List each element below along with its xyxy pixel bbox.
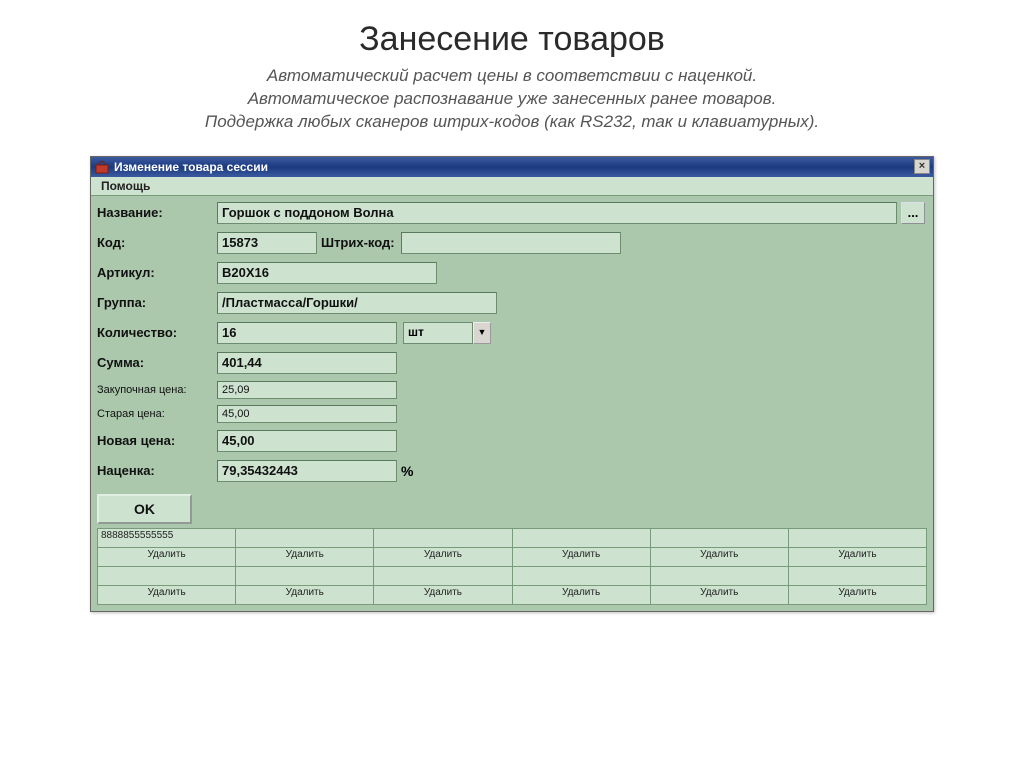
grid-cell[interactable] xyxy=(374,567,512,585)
grid-cell[interactable] xyxy=(374,529,512,547)
barcode-input[interactable] xyxy=(401,232,621,254)
dialog-window: Изменение товара сессии × Помощь Названи… xyxy=(90,156,934,612)
delete-button[interactable]: Удалить xyxy=(236,586,374,604)
markup-unit: % xyxy=(401,463,413,479)
grid-cell[interactable] xyxy=(651,529,789,547)
group-label: Группа: xyxy=(97,295,217,310)
oldprice-label: Старая цена: xyxy=(97,408,217,420)
qty-label: Количество: xyxy=(97,325,217,340)
menu-help[interactable]: Помощь xyxy=(95,177,156,195)
delete-button[interactable]: Удалить xyxy=(97,548,236,566)
unit-value: шт xyxy=(403,322,473,344)
grid-cell[interactable] xyxy=(236,529,374,547)
sku-label: Артикул: xyxy=(97,265,217,280)
grid-data-row: 8888855555555 xyxy=(97,528,927,547)
grid-cell[interactable] xyxy=(97,567,236,585)
markup-input[interactable] xyxy=(217,460,397,482)
sum-input[interactable] xyxy=(217,352,397,374)
grid-cell[interactable] xyxy=(236,567,374,585)
slide-sub-3: Поддержка любых сканеров штрих-кодов (ка… xyxy=(40,111,984,134)
grid-cell[interactable] xyxy=(789,567,927,585)
grid-cell[interactable] xyxy=(513,567,651,585)
group-input[interactable] xyxy=(217,292,497,314)
grid-cell[interactable]: 8888855555555 xyxy=(97,529,236,547)
sum-label: Сумма: xyxy=(97,355,217,370)
name-input[interactable] xyxy=(217,202,897,224)
delete-button[interactable]: Удалить xyxy=(651,548,789,566)
newprice-input[interactable] xyxy=(217,430,397,452)
window-title: Изменение товара сессии xyxy=(114,160,268,174)
slide-sub-1: Автоматический расчет цены в соответстви… xyxy=(40,65,984,88)
app-icon xyxy=(95,160,109,174)
slide-sub-2: Автоматическое распознавание уже занесен… xyxy=(40,88,984,111)
slide-title: Занесение товаров xyxy=(40,20,984,59)
qty-input[interactable] xyxy=(217,322,397,344)
delete-button[interactable]: Удалить xyxy=(789,586,927,604)
name-label: Название: xyxy=(97,205,217,220)
grid-cell[interactable] xyxy=(513,529,651,547)
delete-button[interactable]: Удалить xyxy=(513,548,651,566)
titlebar: Изменение товара сессии × xyxy=(91,157,933,177)
browse-button[interactable]: ... xyxy=(901,202,925,224)
grid-data-row xyxy=(97,566,927,585)
grid-cell[interactable] xyxy=(651,567,789,585)
form-area: Название: ... Код: Штрих-код: Артикул: Г… xyxy=(91,196,933,611)
delete-button[interactable]: Удалить xyxy=(97,586,236,604)
unit-combo[interactable]: шт ▼ xyxy=(403,322,491,344)
ok-button[interactable]: OK xyxy=(97,494,192,524)
code-label: Код: xyxy=(97,235,217,250)
grid-cell[interactable] xyxy=(789,529,927,547)
oldprice-input[interactable] xyxy=(217,405,397,423)
purchase-input[interactable] xyxy=(217,381,397,399)
chevron-down-icon[interactable]: ▼ xyxy=(473,322,491,344)
grid-action-row: Удалить Удалить Удалить Удалить Удалить … xyxy=(97,585,927,605)
delete-button[interactable]: Удалить xyxy=(651,586,789,604)
delete-button[interactable]: Удалить xyxy=(513,586,651,604)
newprice-label: Новая цена: xyxy=(97,433,217,448)
code-input[interactable] xyxy=(217,232,317,254)
close-button[interactable]: × xyxy=(914,159,930,174)
grid-area: 8888855555555 Удалить Удалить Удалить Уд… xyxy=(97,528,927,605)
barcode-label: Штрих-код: xyxy=(321,235,395,250)
menubar: Помощь xyxy=(91,177,933,196)
sku-input[interactable] xyxy=(217,262,437,284)
markup-label: Наценка: xyxy=(97,463,217,478)
grid-action-row: Удалить Удалить Удалить Удалить Удалить … xyxy=(97,547,927,566)
delete-button[interactable]: Удалить xyxy=(236,548,374,566)
purchase-label: Закупочная цена: xyxy=(97,384,217,396)
delete-button[interactable]: Удалить xyxy=(374,548,512,566)
delete-button[interactable]: Удалить xyxy=(374,586,512,604)
delete-button[interactable]: Удалить xyxy=(789,548,927,566)
